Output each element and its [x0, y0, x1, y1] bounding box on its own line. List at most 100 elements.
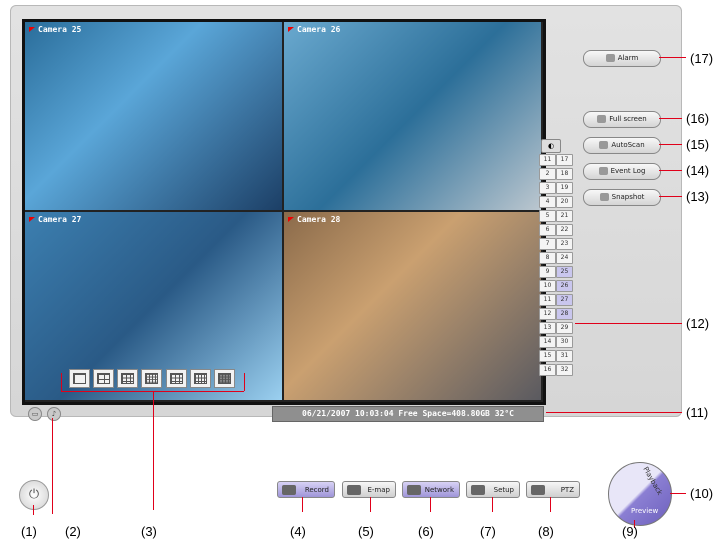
- channel-button-30[interactable]: 30: [556, 336, 573, 348]
- callout-line: [659, 170, 682, 171]
- setup-button[interactable]: Setup: [466, 481, 520, 498]
- callout-line: [670, 493, 686, 494]
- channel-button-2[interactable]: 2: [539, 168, 556, 180]
- autoscan-button[interactable]: AutoScan: [583, 137, 661, 154]
- callout-line: [33, 505, 34, 515]
- channel-button-19[interactable]: 19: [556, 182, 573, 194]
- ptz-icon: [531, 485, 545, 495]
- channel-button-17[interactable]: 17: [556, 154, 573, 166]
- split-13-icon: [218, 373, 231, 384]
- callout-line: [659, 144, 682, 145]
- callout-line: [52, 418, 53, 514]
- channel-button-27[interactable]: 27: [556, 294, 573, 306]
- split-10-icon: [194, 373, 207, 384]
- playback-preview-switch[interactable]: Playback Preview: [608, 462, 672, 526]
- split-1-button[interactable]: [69, 369, 90, 388]
- channel-button-15[interactable]: 15: [539, 350, 556, 362]
- callout-line: [659, 118, 682, 119]
- callout-4: (4): [290, 524, 306, 539]
- channel-button-20[interactable]: 20: [556, 196, 573, 208]
- channel-button-9[interactable]: 9: [539, 266, 556, 278]
- channel-button-28[interactable]: 28: [556, 308, 573, 320]
- callout-line: [659, 196, 682, 197]
- full-screen-button[interactable]: Full screen: [583, 111, 661, 128]
- split-4-icon: [97, 373, 110, 384]
- callout-line: [302, 497, 303, 512]
- channel-button-13[interactable]: 13: [539, 322, 556, 334]
- split-4-button[interactable]: [93, 369, 114, 388]
- channel-button-23[interactable]: 23: [556, 238, 573, 250]
- camera-view-28[interactable]: Camera 28: [284, 212, 541, 400]
- callout-14: (14): [686, 163, 710, 178]
- callout-16: (16): [686, 111, 710, 126]
- channel-button-22[interactable]: 22: [556, 224, 573, 236]
- callout-line: [430, 497, 431, 512]
- screen-toggle-icon[interactable]: ▭: [28, 407, 42, 421]
- channel-button-26[interactable]: 26: [556, 280, 573, 292]
- ptz-button[interactable]: PTZ: [526, 481, 580, 498]
- callout-line: [546, 412, 682, 413]
- snapshot-button[interactable]: Snapshot: [583, 189, 661, 206]
- event-log-button[interactable]: Event Log: [583, 163, 661, 180]
- emap-button[interactable]: E-map: [342, 481, 396, 498]
- setup-icon: [471, 485, 485, 495]
- channel-button-16[interactable]: 16: [539, 364, 556, 376]
- channel-button-4[interactable]: 4: [539, 196, 556, 208]
- channel-button-25[interactable]: 25: [556, 266, 573, 278]
- network-icon: [407, 485, 421, 495]
- callout-15: (15): [686, 137, 710, 152]
- callout-line: [550, 497, 551, 512]
- network-button[interactable]: Network: [402, 481, 460, 498]
- preview-label: Preview: [631, 507, 659, 515]
- record-icon: [282, 485, 296, 495]
- channel-button-11[interactable]: 11: [539, 294, 556, 306]
- alarm-button[interactable]: Alarm: [583, 50, 661, 67]
- split-10-button[interactable]: [190, 369, 211, 388]
- split-16-button[interactable]: [141, 369, 162, 388]
- channel-button-29[interactable]: 29: [556, 322, 573, 334]
- split-6-button[interactable]: [166, 369, 187, 388]
- channel-button-14[interactable]: 14: [539, 336, 556, 348]
- playback-label: Playback: [641, 465, 664, 497]
- callout-5: (5): [358, 524, 374, 539]
- channel-button-31[interactable]: 31: [556, 350, 573, 362]
- callout-2: (2): [65, 524, 81, 539]
- channel-group-icon[interactable]: ◐: [541, 139, 561, 153]
- callout-line: [370, 497, 371, 512]
- channel-button-7[interactable]: 7: [539, 238, 556, 250]
- channel-button-12[interactable]: 12: [539, 308, 556, 320]
- power-button[interactable]: ⏻: [19, 480, 49, 510]
- channel-button-3[interactable]: 3: [539, 182, 556, 194]
- callout-6: (6): [418, 524, 434, 539]
- emap-label: E-map: [367, 486, 390, 494]
- channel-button-11[interactable]: 11: [539, 154, 556, 166]
- split-9-button[interactable]: [117, 369, 138, 388]
- channel-button-32[interactable]: 32: [556, 364, 573, 376]
- channel-button-5[interactable]: 5: [539, 210, 556, 222]
- callout-17: (17): [690, 51, 714, 66]
- camera-view-26[interactable]: Camera 26: [284, 22, 541, 210]
- channel-button-10[interactable]: 10: [539, 280, 556, 292]
- split-13-button[interactable]: [214, 369, 235, 388]
- channel-button-8[interactable]: 8: [539, 252, 556, 264]
- camera-label: Camera 25: [29, 25, 81, 34]
- camera-view-25[interactable]: Camera 25: [25, 22, 282, 210]
- event-log-icon: [598, 167, 608, 175]
- camera-label: Camera 26: [288, 25, 340, 34]
- channel-button-18[interactable]: 18: [556, 168, 573, 180]
- snapshot-label: Snapshot: [611, 193, 645, 201]
- callout-line: [244, 373, 245, 391]
- channel-button-24[interactable]: 24: [556, 252, 573, 264]
- audio-icon[interactable]: ♪: [47, 407, 61, 421]
- callout-10: (10): [690, 486, 714, 501]
- callout-13: (13): [686, 189, 710, 204]
- camera-label: Camera 28: [288, 215, 340, 224]
- channel-button-21[interactable]: 21: [556, 210, 573, 222]
- network-label: Network: [424, 486, 454, 494]
- camera-label: Camera 27: [29, 215, 81, 224]
- callout-9: (9): [622, 524, 638, 539]
- callout-line: [659, 57, 686, 58]
- record-button[interactable]: Record: [277, 481, 335, 498]
- channel-button-6[interactable]: 6: [539, 224, 556, 236]
- full-screen-label: Full screen: [609, 115, 647, 123]
